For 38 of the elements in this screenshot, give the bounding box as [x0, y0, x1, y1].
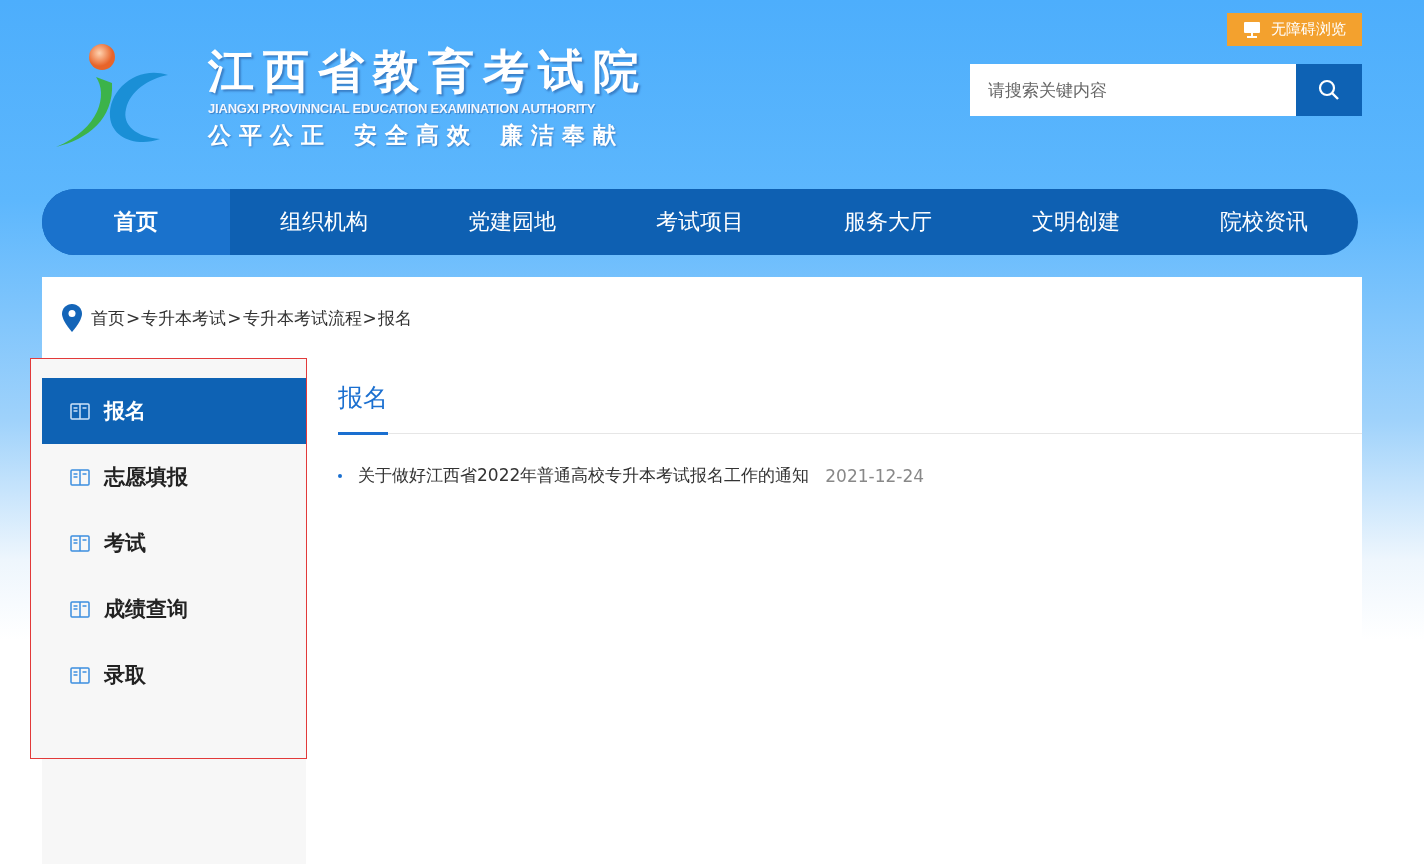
book-icon: [70, 666, 90, 684]
search-field[interactable]: 请搜索关键内容: [970, 64, 1296, 116]
search-button[interactable]: [1296, 64, 1362, 116]
search-icon: [1318, 79, 1340, 101]
article-link[interactable]: 关于做好江西省2022年普通高校专升本考试报名工作的通知: [358, 464, 810, 487]
nav-tab[interactable]: 院校资讯: [1170, 189, 1358, 255]
site-title: 江西省教育考试院: [208, 46, 648, 97]
motto-text: 安全高效: [354, 120, 478, 150]
nav-tab[interactable]: 党建园地: [418, 189, 606, 255]
section-title: 报名: [338, 381, 388, 435]
monitor-icon: [1243, 21, 1261, 38]
location-pin-icon: [62, 304, 82, 332]
site-subtitle: JIANGXI PROVINNCIAL EDUCATION EXAMINATION AUTHORITY: [208, 100, 597, 116]
book-icon: [70, 468, 90, 486]
nav-tab[interactable]: 组织机构: [230, 189, 418, 255]
sidebar-item[interactable]: 志愿填报: [42, 444, 306, 510]
breadcrumb-link[interactable]: 专升本考试流程: [242, 306, 362, 330]
breadcrumb-separator: >: [126, 308, 141, 328]
nav-tab[interactable]: 服务大厅: [794, 189, 982, 255]
nav-tab[interactable]: 文明创建: [982, 189, 1170, 255]
sidebar-item[interactable]: 成绩查询: [42, 576, 306, 642]
motto-text: 公平公正: [208, 120, 332, 150]
breadcrumb-link[interactable]: 专升本考试: [141, 306, 227, 330]
sidebar-item[interactable]: 录取: [42, 642, 306, 708]
book-icon: [70, 402, 90, 420]
book-icon: [70, 534, 90, 552]
motto-text: 廉洁奉献: [500, 120, 624, 150]
sidebar-item[interactable]: 报名: [42, 378, 306, 444]
breadcrumb-separator: >: [227, 308, 242, 328]
sidebar-item[interactable]: 考试: [42, 510, 306, 576]
breadcrumb-link[interactable]: 首页: [91, 306, 125, 330]
book-icon: [70, 600, 90, 618]
breadcrumb-separator: >: [362, 308, 377, 328]
article-date: 2021-12-24: [825, 465, 925, 486]
nav-tab[interactable]: 考试项目: [606, 189, 794, 255]
breadcrumb-link[interactable]: 报名: [377, 306, 412, 330]
nav-tab[interactable]: 首页: [42, 189, 230, 255]
bullet-icon: [338, 473, 342, 478]
